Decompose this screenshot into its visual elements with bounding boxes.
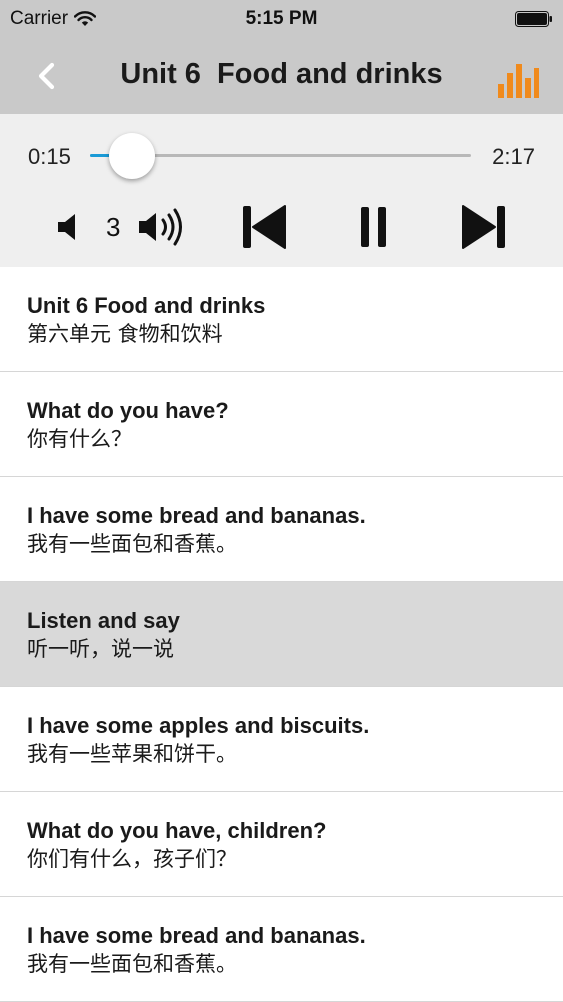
elapsed-time: 0:15 — [28, 144, 71, 169]
playback-controls: 3 — [0, 202, 563, 252]
speaker-low-icon — [58, 214, 75, 240]
list-item[interactable]: I have some bread and bananas. 我有一些面包和香蕉… — [0, 477, 563, 582]
chinese-text: 听一听，说一说 — [27, 637, 174, 661]
english-text: I have some bread and bananas. — [27, 923, 366, 948]
list-item[interactable]: I have some bread and bananas. 我有一些面包和香蕉… — [0, 897, 563, 1002]
total-duration: 2:17 — [492, 144, 535, 169]
volume-level: 3 — [106, 212, 121, 242]
pause-button[interactable] — [350, 202, 398, 252]
chinese-text: 你们有什么，孩子们？ — [27, 847, 237, 871]
speaker-high-icon — [139, 208, 182, 246]
english-text: Listen and say — [27, 608, 180, 633]
progress-thumb[interactable] — [108, 133, 155, 179]
sentence-list: Unit 6 Food and drinks 第六单元 食物和饮料 What d… — [0, 267, 563, 1002]
chinese-text: 我有一些面包和香蕉。 — [27, 532, 237, 556]
english-text: What do you have? — [27, 398, 229, 423]
progress-slider[interactable] — [90, 133, 471, 179]
english-text: Unit 6 Food and drinks — [27, 293, 266, 318]
previous-track-button[interactable] — [236, 202, 290, 252]
page-title: Unit 6 Food and drinks — [90, 58, 473, 91]
battery-icon — [515, 11, 552, 27]
next-track-button[interactable] — [458, 202, 512, 252]
english-text: What do you have, children? — [27, 818, 327, 843]
pause-icon — [361, 207, 386, 247]
english-text: I have some apples and biscuits. — [27, 713, 370, 738]
back-button[interactable] — [24, 54, 68, 98]
audio-player: 0:15 2:17 3 — [0, 114, 563, 267]
chinese-text: 我有一些苹果和饼干。 — [27, 742, 237, 766]
skip-previous-icon — [243, 205, 286, 249]
chinese-text: 你有什么？ — [27, 427, 132, 451]
volume-down-button[interactable] — [52, 202, 86, 252]
list-item[interactable]: Unit 6 Food and drinks 第六单元 食物和饮料 — [0, 267, 563, 372]
navigation-bar: Unit 6 Food and drinks — [0, 38, 563, 114]
english-text: I have some bread and bananas. — [27, 503, 366, 528]
chinese-text: 第六单元 食物和饮料 — [27, 322, 223, 346]
status-bar: Carrier 5:15 PM — [0, 0, 563, 38]
skip-next-icon — [462, 205, 505, 249]
status-time: 5:15 PM — [245, 8, 318, 29]
list-item[interactable]: Listen and say 听一听，说一说 — [0, 582, 563, 687]
list-item[interactable]: I have some apples and biscuits. 我有一些苹果和… — [0, 687, 563, 792]
chinese-text: 我有一些面包和香蕉。 — [27, 952, 237, 976]
playlist-button[interactable] — [495, 56, 539, 100]
volume-up-button[interactable] — [136, 202, 192, 252]
list-item[interactable]: What do you have, children? 你们有什么，孩子们？ — [0, 792, 563, 897]
page-title-text: Unit 6 Food and drinks — [120, 58, 443, 90]
chevron-left-icon — [38, 62, 55, 90]
bar-chart-icon — [498, 64, 539, 98]
list-item[interactable]: What do you have? 你有什么？ — [0, 372, 563, 477]
